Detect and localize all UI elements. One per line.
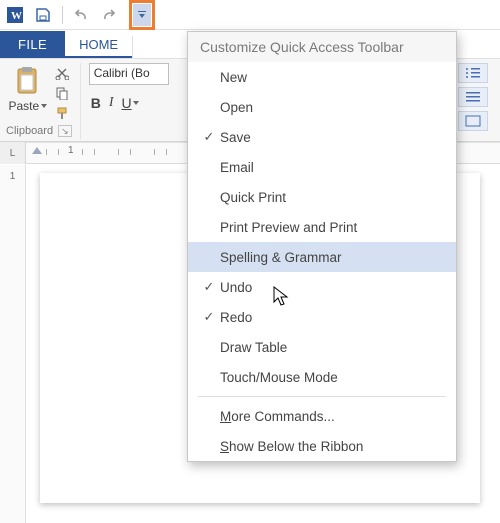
qat-separator xyxy=(62,6,63,24)
menu-item-redo[interactable]: ✓ Redo xyxy=(188,302,456,332)
menu-item-label: Touch/Mouse Mode xyxy=(220,370,444,385)
menu-item-open[interactable]: Open xyxy=(188,92,456,122)
caret-down-icon xyxy=(133,101,139,105)
word-app-icon[interactable]: W xyxy=(4,4,26,26)
qat-customize-menu: Customize Quick Access Toolbar New Open … xyxy=(187,31,457,462)
bold-button[interactable]: B xyxy=(91,95,101,111)
paste-button[interactable]: Paste xyxy=(7,63,50,113)
clipboard-icon xyxy=(14,65,42,97)
dialog-launcher-icon[interactable]: ↘ xyxy=(58,125,72,137)
undo-icon[interactable] xyxy=(71,4,93,26)
bullets-button[interactable] xyxy=(458,63,488,83)
menu-item-spelling-grammar[interactable]: Spelling & Grammar xyxy=(188,242,456,272)
ruler-label: 1 xyxy=(10,171,16,182)
group-clipboard: Paste Clipboard ↘ xyxy=(6,63,81,139)
group-paragraph-partial xyxy=(458,63,494,139)
menu-item-label: More Commands... xyxy=(220,409,444,424)
check-icon: ✓ xyxy=(198,129,220,145)
menu-item-save[interactable]: ✓ Save xyxy=(188,122,456,152)
menu-item-label: Email xyxy=(220,160,444,175)
menu-item-label: New xyxy=(220,70,444,85)
italic-button[interactable]: I xyxy=(109,95,114,111)
menu-item-label: Redo xyxy=(220,310,444,325)
menu-separator xyxy=(198,396,446,397)
redo-icon[interactable] xyxy=(99,4,121,26)
underline-button[interactable]: U xyxy=(122,95,139,111)
menu-item-undo[interactable]: ✓ Undo xyxy=(188,272,456,302)
menu-item-label: Show Below the Ribbon xyxy=(220,439,444,454)
tab-file[interactable]: FILE xyxy=(0,31,65,58)
menu-item-draw-table[interactable]: Draw Table xyxy=(188,332,456,362)
tab-divider xyxy=(132,36,133,58)
caret-down-icon xyxy=(41,104,47,108)
menu-header: Customize Quick Access Toolbar xyxy=(188,32,456,62)
menu-item-print-preview[interactable]: Print Preview and Print xyxy=(188,212,456,242)
qat-customize-dropdown[interactable] xyxy=(129,0,155,30)
align-button[interactable] xyxy=(458,87,488,107)
group-font: Calibri (Bo B I U xyxy=(89,63,177,139)
font-name-combo[interactable]: Calibri (Bo xyxy=(89,63,169,85)
vertical-ruler[interactable]: 1 xyxy=(0,165,26,523)
check-icon: ✓ xyxy=(198,309,220,325)
format-painter-icon[interactable] xyxy=(53,105,71,121)
menu-item-new[interactable]: New xyxy=(188,62,456,92)
menu-item-quick-print[interactable]: Quick Print xyxy=(188,182,456,212)
tab-home[interactable]: HOME xyxy=(65,31,132,58)
menu-item-label: Draw Table xyxy=(220,340,444,355)
save-icon[interactable] xyxy=(32,4,54,26)
ruler-label: 1 xyxy=(68,145,74,156)
menu-item-label: Print Preview and Print xyxy=(220,220,444,235)
paste-label: Paste xyxy=(9,99,40,113)
check-icon: ✓ xyxy=(198,279,220,295)
menu-item-label: Undo xyxy=(220,280,444,295)
menu-item-label: Quick Print xyxy=(220,190,444,205)
menu-item-show-below-ribbon[interactable]: Show Below the Ribbon xyxy=(188,431,456,461)
menu-item-label: Save xyxy=(220,130,444,145)
indent-marker-icon[interactable] xyxy=(32,147,42,154)
group-clipboard-label: Clipboard xyxy=(6,125,53,137)
menu-item-touch-mouse[interactable]: Touch/Mouse Mode xyxy=(188,362,456,392)
menu-item-email[interactable]: Email xyxy=(188,152,456,182)
copy-icon[interactable] xyxy=(53,85,71,101)
menu-item-more-commands[interactable]: More Commands... xyxy=(188,401,456,431)
svg-text:W: W xyxy=(11,10,22,22)
ruler-corner[interactable]: L xyxy=(0,142,26,164)
menu-item-label: Open xyxy=(220,100,444,115)
quick-access-toolbar: W xyxy=(0,0,500,30)
cut-icon[interactable] xyxy=(53,65,71,81)
border-button[interactable] xyxy=(458,111,488,131)
menu-item-label: Spelling & Grammar xyxy=(220,250,444,265)
